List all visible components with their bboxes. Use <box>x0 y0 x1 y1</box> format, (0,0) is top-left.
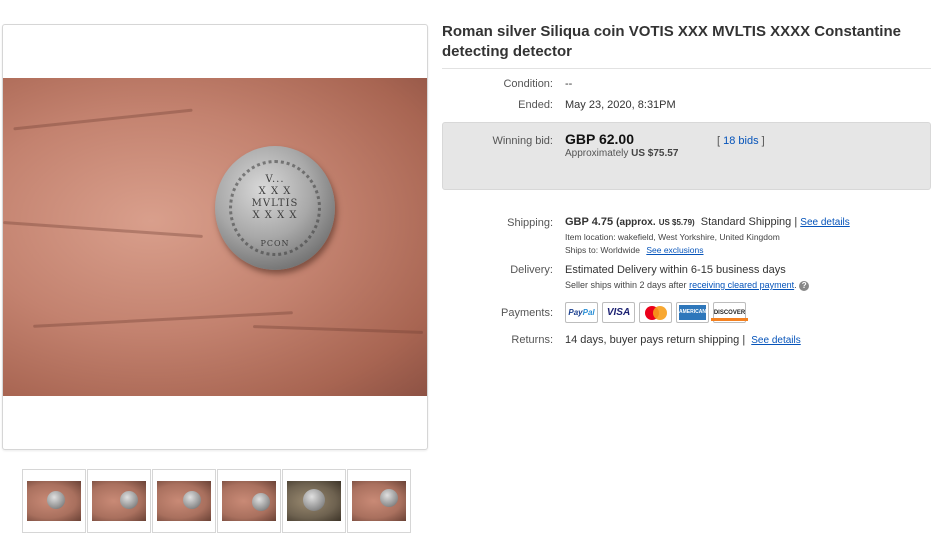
returns-see-details-link[interactable]: See details <box>751 335 800 346</box>
thumbnail-5[interactable] <box>282 469 346 533</box>
shipping-label: Shipping: <box>507 217 553 229</box>
thumbnail-image <box>287 481 341 521</box>
returns-value: 14 days, buyer pays return shipping | <box>565 334 746 346</box>
thumbnail-image <box>92 481 146 521</box>
payments-label: Payments: <box>501 307 553 319</box>
bid-count-open: [ <box>717 135 721 147</box>
thumbnail-coin <box>183 491 201 509</box>
coin-inscription-line: MVLTIS <box>251 198 299 209</box>
seller-ships-row: Seller ships within 2 days after receivi… <box>565 280 810 291</box>
ships-to: Ships to: Worldwide <box>565 245 640 255</box>
discover-icon: DISCOVER <box>710 302 749 323</box>
shipping-approx: (approx. <box>616 217 656 228</box>
delivery-value: Estimated Delivery within 6-15 business … <box>565 264 786 276</box>
winning-bid-approx: Approximately US $75.57 <box>565 148 678 159</box>
thumbnail-coin <box>120 491 138 509</box>
thumbnail-coin <box>47 491 65 509</box>
finger-crease <box>13 108 193 131</box>
main-image-frame[interactable]: V... X X X MVLTIS X X X X PCON <box>2 24 428 450</box>
amex-icon: AMERICAN EXPRESS <box>676 302 709 330</box>
payment-methods: Pay Pal VISA AMERICAN EXPRESS DISCOVER <box>565 302 749 330</box>
thumbnail-3[interactable] <box>152 469 216 533</box>
winning-bid-panel <box>442 122 931 190</box>
thumbnail-image <box>157 481 211 521</box>
thumbnail-coin <box>252 493 270 511</box>
see-exclusions-link[interactable]: See exclusions <box>646 245 703 255</box>
delivery-label: Delivery: <box>510 264 553 276</box>
condition-value: -- <box>565 78 573 90</box>
thumbnail-4[interactable] <box>217 469 281 533</box>
bid-count: [ 18 bids ] <box>717 135 765 147</box>
bid-count-close: ] <box>761 135 765 147</box>
thumbnail-coin <box>303 489 325 511</box>
thumbnail-2[interactable] <box>87 469 151 533</box>
shipping-cost: GBP 4.75 <box>565 216 614 228</box>
thumbnail-image <box>222 481 276 521</box>
main-coin-photo[interactable]: V... X X X MVLTIS X X X X PCON <box>3 78 427 396</box>
ended-value: May 23, 2020, 8:31PM <box>565 99 676 111</box>
thumbnail-1[interactable] <box>22 469 86 533</box>
mastercard-icon <box>639 302 672 323</box>
finger-crease <box>3 221 203 238</box>
coin-inscription-line: X X X <box>258 186 292 197</box>
paypal-icon: Pay Pal <box>565 302 598 323</box>
thumbnail-image <box>352 481 406 521</box>
seller-ships-text: Seller ships within 2 days after <box>565 280 687 290</box>
visa-icon: VISA <box>602 302 635 323</box>
coin-inscription-line: PCON <box>260 239 290 248</box>
bid-history-link[interactable]: 18 bids <box>723 135 758 147</box>
approx-prefix: Approximately <box>565 148 629 159</box>
thumbnail-coin <box>380 489 398 507</box>
ships-to-row: Ships to: Worldwide See exclusions <box>565 245 704 255</box>
shipping-approx-value: US $5.79) <box>658 218 695 227</box>
approx-value: US $75.57 <box>631 148 679 159</box>
thumbnail-6[interactable] <box>347 469 411 533</box>
shipping-value: GBP 4.75 (approx. US $5.79) Standard Shi… <box>565 216 850 228</box>
ended-label: Ended: <box>518 99 553 111</box>
winning-bid-amount: GBP 62.00 <box>565 131 635 147</box>
shipping-service: Standard Shipping | <box>700 216 798 228</box>
condition-label: Condition: <box>503 78 553 90</box>
receiving-cleared-payment-link[interactable]: receiving cleared payment <box>689 280 794 290</box>
coin-inscription-line: X X X X <box>252 210 298 221</box>
thumbnail-strip <box>22 469 411 533</box>
coin-inscription-line: V... <box>265 174 285 185</box>
returns-label: Returns: <box>511 334 553 346</box>
title-divider <box>442 68 931 69</box>
item-location: Item location: wakefield, West Yorkshire… <box>565 232 780 242</box>
coin-image: V... X X X MVLTIS X X X X PCON <box>215 146 335 270</box>
thumbnail-image <box>27 481 81 521</box>
help-icon[interactable]: ? <box>799 280 810 291</box>
listing-title: Roman silver Siliqua coin VOTIS XXX MVLT… <box>442 23 901 60</box>
winning-bid-label: Winning bid: <box>492 135 553 147</box>
shipping-see-details-link[interactable]: See details <box>800 217 849 228</box>
finger-crease <box>252 325 424 334</box>
returns-row: 14 days, buyer pays return shipping | Se… <box>565 334 801 346</box>
